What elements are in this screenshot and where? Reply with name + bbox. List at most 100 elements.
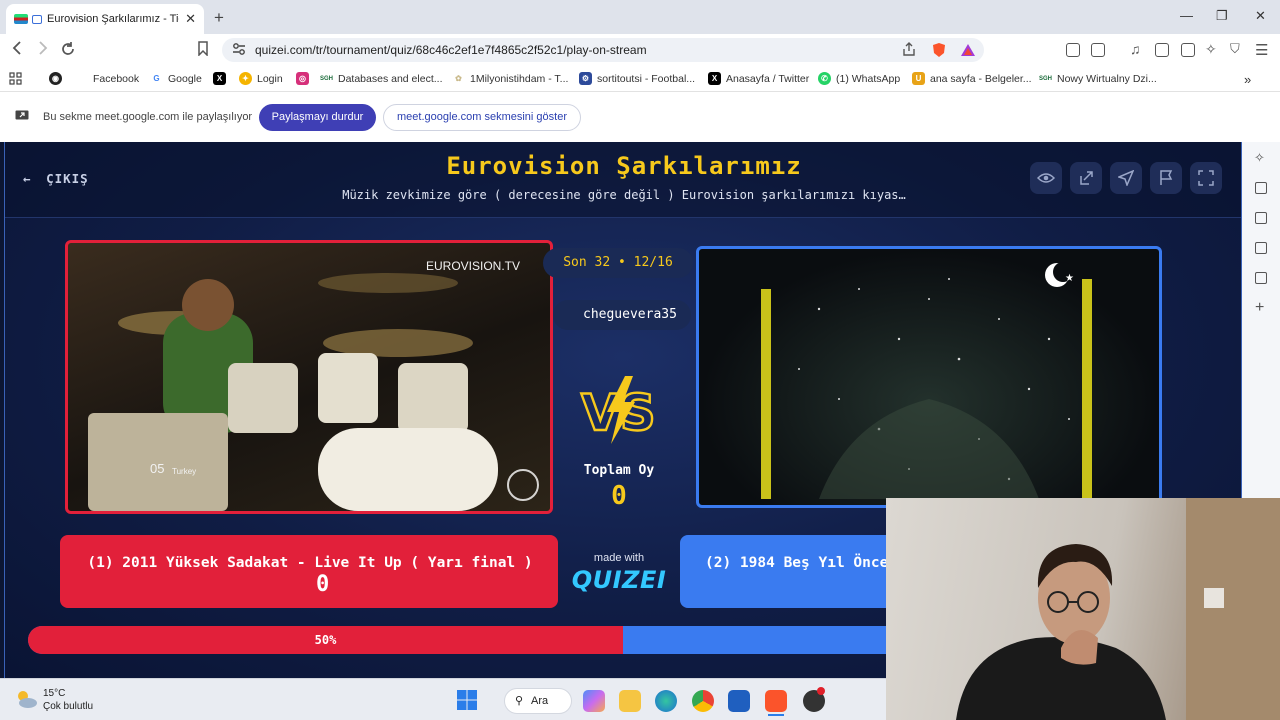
bookmark-label: Facebook <box>93 72 140 85</box>
total-votes-label: Toplam Oy <box>583 463 655 478</box>
x-icon: X <box>708 72 721 85</box>
bookmark-label: Google <box>168 72 202 85</box>
brave-shields-icon[interactable] <box>931 42 947 58</box>
taskbar-search[interactable]: ⚲ Ara <box>504 688 572 714</box>
brave-rewards-icon[interactable] <box>960 42 976 58</box>
creator-badge[interactable]: cheguevera35 <box>553 300 691 330</box>
bookmark-x[interactable]: X <box>213 72 231 85</box>
send-button[interactable] <box>1110 162 1142 194</box>
sgh-icon: SGH <box>1039 72 1052 85</box>
browser-tab[interactable]: Eurovision Şarkılarımız - Tier l ✕ <box>6 4 204 34</box>
store-icon[interactable] <box>728 690 750 712</box>
wallet-icon[interactable] <box>1181 43 1195 57</box>
sortitoutsi-icon: ⚙ <box>579 72 592 85</box>
new-tab-button[interactable]: + <box>214 8 224 28</box>
add-panel-icon[interactable]: + <box>1255 299 1264 317</box>
close-tab-icon[interactable]: ✕ <box>185 11 196 27</box>
bookmark-wirtualny[interactable]: SGH Nowy Wirtualny Dzi... <box>1039 72 1157 85</box>
bookmark-belgeler[interactable]: U ana sayfa - Belgeler... <box>912 72 1032 85</box>
media-icon[interactable] <box>1255 182 1267 194</box>
brave-icon[interactable] <box>765 690 787 712</box>
svg-text:★: ★ <box>1065 273 1074 284</box>
leo-ai-icon[interactable]: ✧ <box>1205 41 1217 58</box>
weather-icon[interactable] <box>14 688 38 710</box>
apps-icon[interactable] <box>9 72 22 85</box>
bookmark-label: Nowy Wirtualny Dzi... <box>1057 72 1157 85</box>
right-video[interactable]: ★ <box>696 246 1162 508</box>
vs-icon: VS <box>579 374 661 446</box>
flower-icon: ✿ <box>452 72 465 85</box>
left-choice-button[interactable]: (1) 2011 Yüksek Sadakat - Live It Up ( Y… <box>60 535 558 608</box>
tab-bar: Eurovision Şarkılarımız - Tier l ✕ + — ❐… <box>0 0 1280 34</box>
chrome-icon[interactable] <box>692 690 714 712</box>
reload-button[interactable] <box>60 41 76 57</box>
bookmark-label: Anasayfa / Twitter <box>726 72 810 85</box>
search-icon: ⚲ <box>515 695 524 707</box>
site-settings-icon[interactable] <box>232 42 246 56</box>
quizei-logo: QUIZEI <box>571 566 667 594</box>
copilot-icon[interactable] <box>583 690 605 712</box>
screenshot-icon[interactable] <box>1091 43 1105 57</box>
docs-icon: U <box>912 72 925 85</box>
share-notice-bar: Bu sekme meet.google.com ile paylaşılıyo… <box>0 92 1280 142</box>
fullscreen-button[interactable] <box>1190 162 1222 194</box>
reading-list-icon[interactable] <box>1255 272 1267 284</box>
instagram-icon: ◎ <box>296 72 309 85</box>
round-indicator: Son 32 • 12/16 <box>543 248 693 278</box>
bookmark-facebook[interactable]: f Facebook <box>75 72 139 85</box>
report-button[interactable] <box>1150 162 1182 194</box>
eye-icon <box>1037 173 1055 183</box>
file-explorer-icon[interactable] <box>619 690 641 712</box>
vpn-icon[interactable]: ⛉ <box>1230 41 1240 57</box>
show-meet-tab-button[interactable]: meet.google.com sekmesini göster <box>383 104 581 131</box>
bookmark-label: sortitoutsi - Footbal... <box>597 72 696 85</box>
menu-icon[interactable]: ☰ <box>1255 41 1268 59</box>
progress-label: 50% <box>314 633 337 647</box>
extensions-icon[interactable] <box>1066 43 1080 57</box>
stop-sharing-button[interactable]: Paylaşmayı durdur <box>259 104 376 131</box>
performer-number: 05 <box>150 461 165 476</box>
google-icon: G <box>150 72 163 85</box>
bookmark-label: Databases and elect... <box>338 72 443 85</box>
address-bar[interactable]: quizei.com/tr/tournament/quiz/68c46c2ef1… <box>222 38 984 62</box>
bookmark-label: (1) WhatsApp <box>836 72 901 85</box>
share-page-icon[interactable] <box>902 42 916 56</box>
night-mosque-scene: ★ <box>761 262 1092 499</box>
sidebar-icon[interactable] <box>1155 43 1169 57</box>
drummer-scene <box>88 273 539 511</box>
wallet-icon[interactable] <box>1255 212 1267 224</box>
bookmark-whatsapp[interactable]: ✆ (1) WhatsApp <box>818 72 900 85</box>
minimize-button[interactable]: — <box>1180 8 1193 23</box>
bookmark-login[interactable]: ✦ Login <box>239 72 283 85</box>
forward-button[interactable] <box>37 41 49 55</box>
globe-icon: ◉ <box>49 72 62 85</box>
bookmark-icon[interactable] <box>197 41 209 56</box>
facebook-icon: f <box>80 74 83 83</box>
weather-temperature[interactable]: 15°C <box>43 688 65 699</box>
eye-button[interactable] <box>1030 162 1062 194</box>
bookmarks-icon[interactable] <box>1255 242 1267 254</box>
share-quiz-button[interactable] <box>1070 162 1102 194</box>
navigation-bar: quizei.com/tr/tournament/quiz/68c46c2ef1… <box>0 34 1280 66</box>
left-choice-label: (1) 2011 Yüksek Sadakat - Live It Up ( Y… <box>87 555 533 571</box>
leo-icon[interactable]: ✧ <box>1254 150 1265 166</box>
edge-icon[interactable] <box>655 690 677 712</box>
bookmark-databases[interactable]: SGH Databases and elect... <box>320 72 442 85</box>
bookmark-google[interactable]: G Google <box>150 72 202 85</box>
total-votes-value: 0 <box>611 481 627 511</box>
restore-button[interactable]: ❐ <box>1216 8 1228 24</box>
bookmark-sortitoutsi[interactable]: ⚙ sortitoutsi - Footbal... <box>579 72 695 85</box>
webcam-person <box>956 498 1280 720</box>
bookmark-twitter[interactable]: X Anasayfa / Twitter <box>708 72 809 85</box>
bookmark-1milyon[interactable]: ✿ 1Milyonistihdam - T... <box>452 72 568 85</box>
left-video[interactable]: EUROVISION.TV 05 Turkey <box>65 240 553 514</box>
close-window-button[interactable]: ✕ <box>1255 8 1266 24</box>
tab-title: Eurovision Şarkılarımız - Tier l <box>47 13 180 25</box>
bookmark-globe[interactable]: ◉ <box>49 72 67 85</box>
more-bookmarks-icon[interactable]: » <box>1244 72 1251 87</box>
back-button[interactable] <box>11 41 23 55</box>
media-icon[interactable]: ♫ <box>1130 41 1141 57</box>
weather-description[interactable]: Çok bulutlu <box>43 701 93 712</box>
windows-start-icon[interactable] <box>456 689 478 711</box>
bookmark-instagram[interactable]: ◎ <box>296 72 314 85</box>
